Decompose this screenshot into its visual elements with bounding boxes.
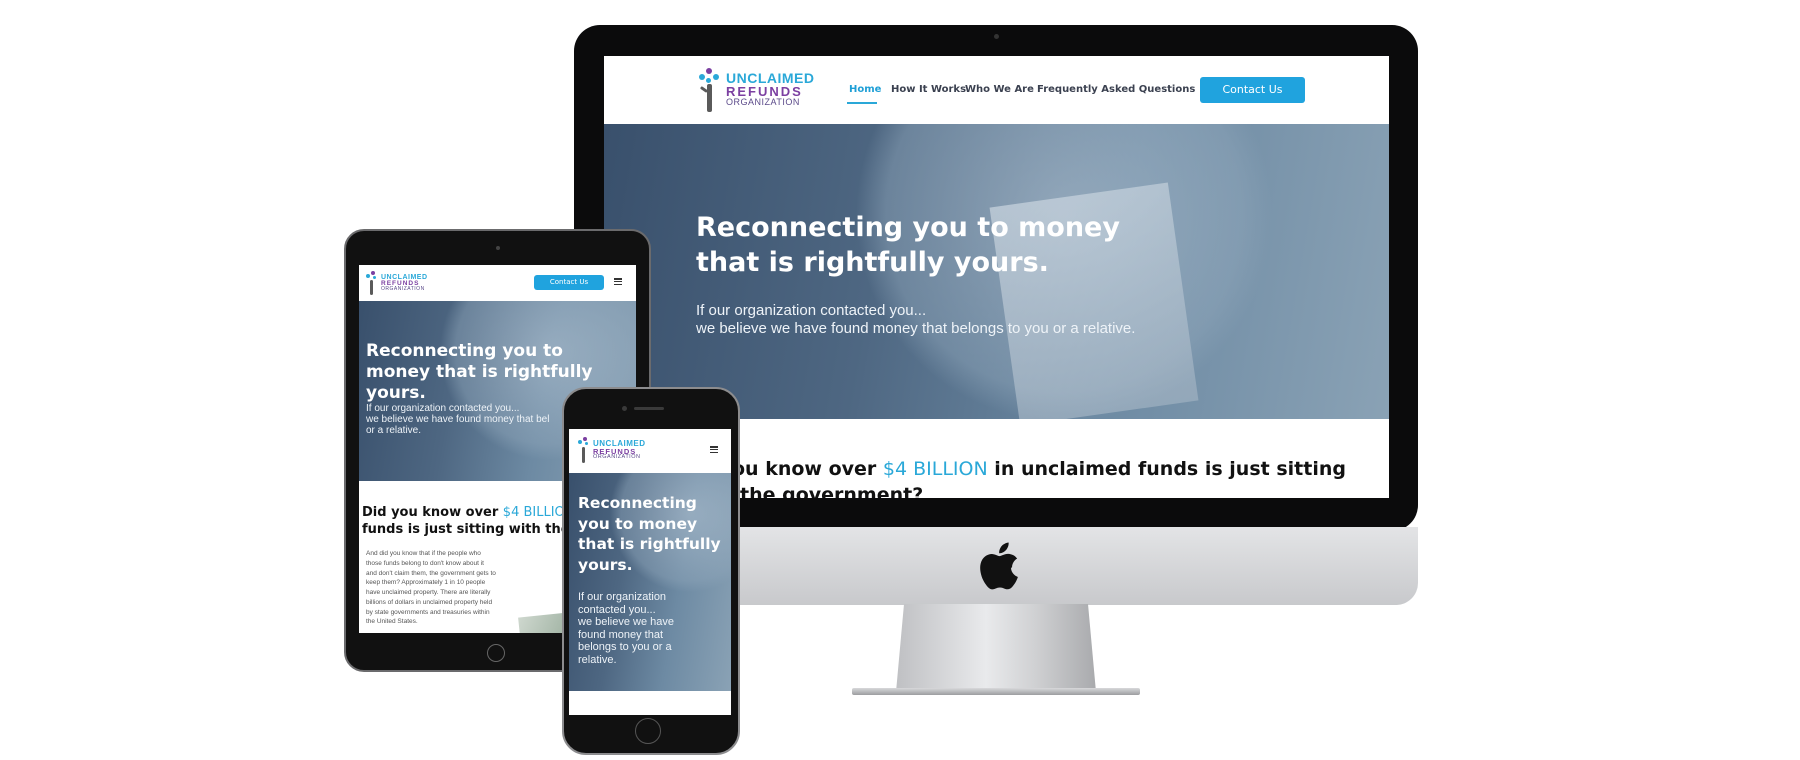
phone-tree-logo-icon (577, 437, 589, 463)
apple-logo-icon (980, 542, 1018, 590)
phone-hero-title: Reconnecting you to money that is rightf… (578, 493, 728, 575)
tablet-navbar: UNCLAIMED REFUNDS ORGANIZATION Contact U… (359, 265, 636, 301)
phone-screen: UNCLAIMED REFUNDS ORGANIZATION Reconnect… (569, 429, 731, 715)
tree-logo-icon (696, 66, 722, 112)
hero-subtitle-line-2: we believe we have found money that belo… (696, 320, 1136, 337)
brand-logo[interactable]: UNCLAIMED REFUNDS ORGANIZATION (696, 66, 815, 112)
brand-wordmark: UNCLAIMED REFUNDS ORGANIZATION (726, 71, 815, 107)
phone-hero-subtitle-line: relative. (578, 653, 617, 666)
phone-camera (622, 406, 627, 411)
nav-how-it-works[interactable]: How It Works (891, 84, 966, 95)
phone-hero-section: Reconnecting you to money that is rightf… (569, 473, 731, 691)
phone-hero-subtitle-line: contacted you... (578, 603, 656, 616)
hero-subtitle-line-1: If our organization contacted you... (696, 302, 927, 319)
phone-navbar: UNCLAIMED REFUNDS ORGANIZATION (569, 429, 731, 473)
question-heading-line-2: the government? (740, 484, 924, 498)
tablet-brand-line-3: ORGANIZATION (381, 286, 425, 293)
tablet-brand-logo[interactable]: UNCLAIMED REFUNDS ORGANIZATION (365, 271, 428, 295)
nav-who-we-are[interactable]: Who We Are (965, 84, 1034, 95)
phone-speaker (634, 407, 664, 410)
phone-brand-line-3: ORGANIZATION (593, 454, 641, 460)
tablet-home-button[interactable] (487, 644, 505, 662)
phone-hero-subtitle-line: found money that (578, 628, 664, 641)
tablet-hamburger-menu-icon[interactable] (614, 278, 622, 285)
phone-brand-wordmark: UNCLAIMED REFUNDS ORGANIZATION (593, 439, 646, 461)
desktop-navbar: UNCLAIMED REFUNDS ORGANIZATION Home How … (604, 56, 1389, 125)
question-post: in unclaimed funds is just sitting (987, 458, 1346, 480)
phone-hamburger-menu-icon[interactable] (710, 446, 718, 453)
question-highlight: $4 BILLION (882, 458, 988, 480)
brand-line-1: UNCLAIMED (726, 70, 815, 86)
question-heading: ou know over $4 BILLION in unclaimed fun… (732, 458, 1346, 480)
phone-hero-subtitle-line: If our organization (578, 591, 667, 603)
phone-hero-subtitle-line: we believe we have (578, 616, 675, 629)
tablet-body-line: have unclaimed property. There are liter… (366, 589, 491, 596)
tablet-question-pre: Did you know over (362, 505, 503, 520)
tablet-brand-wordmark: UNCLAIMED REFUNDS ORGANIZATION (381, 274, 428, 293)
tablet-question-heading: Did you know over $4 BILLION in (362, 505, 593, 520)
tablet-body-line: the United States. (366, 618, 418, 626)
imac-camera (994, 34, 999, 39)
tablet-hero-subtitle-line-2: we believe we have found money that bel (366, 414, 550, 425)
phone-hero-title-line: that is rightfully (578, 535, 721, 553)
contact-us-button[interactable]: Contact Us (1200, 77, 1305, 103)
tablet-hero-subtitle-line-1: If our organization contacted you... (366, 403, 520, 414)
hero-title: Reconnecting you to money that is rightf… (696, 212, 1120, 278)
tablet-body-line: by state governments and treasuries with… (366, 608, 490, 616)
tablet-camera (496, 246, 500, 250)
imac-stand-base (852, 688, 1140, 695)
phone-hero-title-line: you to money (578, 514, 698, 533)
nav-active-underline (847, 102, 877, 104)
phone-home-button[interactable] (635, 718, 661, 744)
phone-hero-subtitle-line: belongs to you or a (578, 641, 672, 654)
tablet-body-line: keep them? Approximately 1 in 10 people (366, 579, 486, 587)
tablet-tree-logo-icon (365, 271, 377, 295)
brand-line-3: ORGANIZATION (726, 97, 800, 107)
tablet-hero-subtitle-line-3: or a relative. (366, 425, 422, 436)
nav-faq[interactable]: Frequently Asked Questions (1037, 84, 1195, 95)
tablet-contact-us-button[interactable]: Contact Us (534, 275, 604, 290)
imac-stand (896, 604, 1096, 692)
tablet-body-paragraph: And did you know that if the people who … (366, 549, 516, 627)
phone-brand-logo[interactable]: UNCLAIMED REFUNDS ORGANIZATION (577, 437, 646, 463)
phone-hero-title-line: Reconnecting (578, 494, 697, 512)
tablet-body-line: billions of dollars in unclaimed propert… (366, 598, 493, 606)
phone-hero-title-line: yours. (578, 555, 633, 574)
question-pre: ou know over (732, 458, 883, 480)
nav-home[interactable]: Home (849, 84, 881, 95)
tablet-body-line: And did you know that if the people who (366, 550, 481, 557)
phone-hero-subtitle: If our organization contacted you... we … (578, 591, 728, 667)
hero-section: Reconnecting you to money that is rightf… (604, 124, 1389, 419)
tablet-body-line: those funds belong to don't know about i… (366, 559, 484, 567)
tablet-body-line: and don't claim them, the government get… (366, 569, 496, 577)
